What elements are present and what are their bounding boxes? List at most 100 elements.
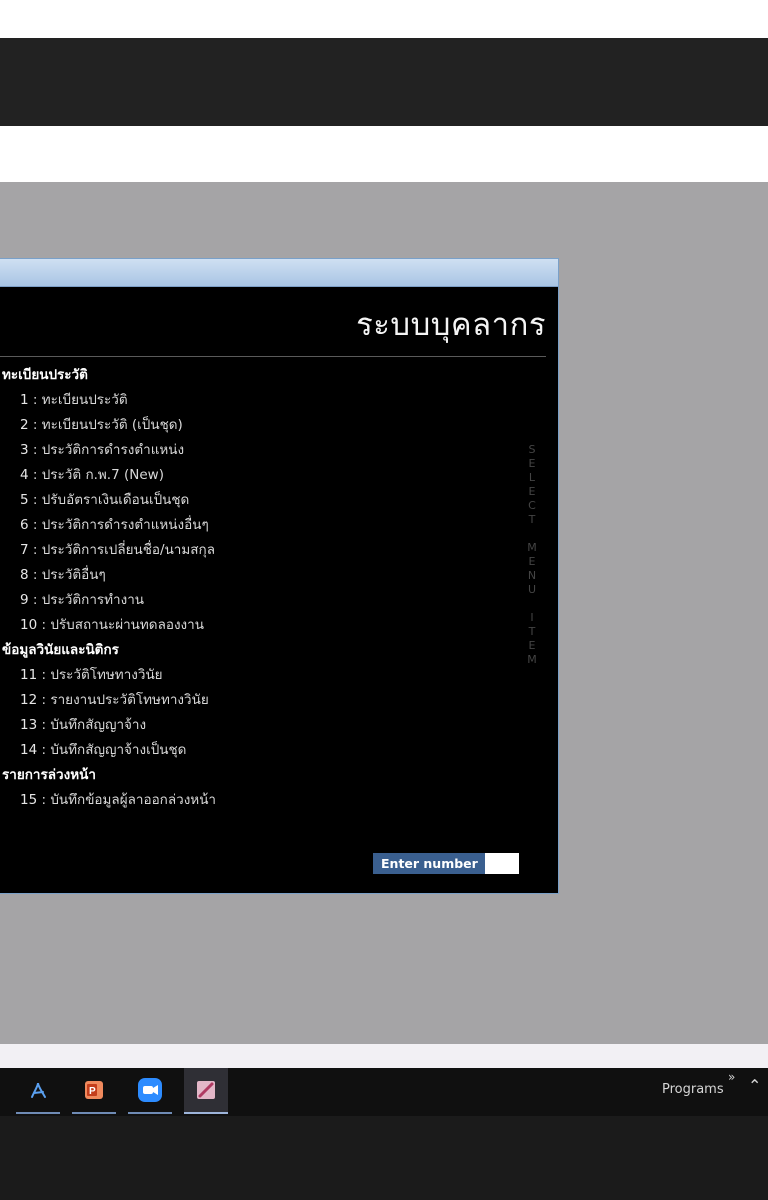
workspace-status-strip	[0, 1044, 768, 1068]
caption-letter: N	[527, 569, 537, 582]
below-taskbar-area	[0, 1116, 768, 1200]
tray-expand-icon[interactable]: ⌃	[748, 1076, 761, 1095]
menu-item-number: 7	[20, 542, 29, 558]
menu-item-separator: :	[37, 742, 51, 758]
menu-item-label: ทะเบียนประวัติ	[41, 392, 128, 408]
menu-item-10[interactable]: 10 : ปรับสถานะผ่านทดลองงาน	[0, 613, 520, 638]
menu-item-3[interactable]: 3 : ประวัติการดำรงตำแหน่ง	[0, 438, 520, 463]
caption-letter: M	[527, 653, 537, 666]
caption-letter: E	[528, 639, 536, 652]
caption-letter: E	[528, 457, 536, 470]
caption-letter: I	[530, 611, 534, 624]
menu-item-1[interactable]: 1 : ทะเบียนประวัติ	[0, 388, 520, 413]
caption-letter: S	[528, 443, 536, 456]
taskbar-powerpoint[interactable]: P	[72, 1068, 116, 1114]
menu-item-separator: :	[28, 542, 42, 558]
menu-item-7[interactable]: 7 : ประวัติการเปลี่ยนชื่อ/นามสกุล	[0, 538, 520, 563]
select-menu-item-caption: SELECTMENUITEM	[522, 443, 542, 667]
menu-item-4[interactable]: 4 : ประวัติ ก.พ.7 (New)	[0, 463, 520, 488]
menu-item-separator: :	[28, 442, 42, 458]
menu-item-label: ปรับสถานะผ่านทดลองงาน	[50, 617, 204, 633]
taskbar: P	[0, 1068, 768, 1116]
menu-item-number: 12	[20, 692, 38, 708]
menu-section-header: ทะเบียนประวัติ	[2, 367, 88, 383]
menu-item-number: 3	[20, 442, 29, 458]
menu-item-label: ปรับอัตราเงินเดือนเป็นชุด	[41, 492, 190, 508]
menu-item-12[interactable]: 12 : รายงานประวัติโทษทางวินัย	[0, 688, 520, 713]
menu-item-number: 15	[20, 792, 38, 808]
menu-item-separator: :	[37, 617, 51, 633]
menu-item-number: 10	[20, 617, 38, 633]
menu-item-label: ประวัติการดำรงตำแหน่งอื่นๆ	[41, 517, 209, 533]
menu-item-number: 8	[20, 567, 29, 583]
caption-letter: U	[527, 583, 537, 596]
menu-item-number: 1	[20, 392, 29, 408]
menu-section-header: รายการล่วงหน้า	[2, 767, 96, 783]
menu-item-label: ประวัติโทษทางวินัย	[50, 667, 163, 683]
enter-number-box: Enter number	[373, 853, 519, 874]
caption-letter: T	[528, 625, 536, 638]
title-divider	[0, 356, 546, 357]
menu-item-separator: :	[28, 517, 42, 533]
menu-item-separator: :	[37, 692, 51, 708]
drawing-app-icon	[197, 1081, 215, 1099]
menu-item-6[interactable]: 6 : ประวัติการดำรงตำแหน่งอื่นๆ	[0, 513, 520, 538]
taskbar-drawing-app[interactable]	[184, 1068, 228, 1114]
app-toolbar-strip	[0, 126, 768, 183]
caption-letter: E	[528, 555, 536, 568]
pdf-reader-icon	[31, 1082, 46, 1098]
menu-item-14[interactable]: 14 : บันทึกสัญญาจ้างเป็นชุด	[0, 738, 520, 763]
window-header-bar	[0, 38, 768, 126]
menu-item-number: 14	[20, 742, 38, 758]
enter-number-label: Enter number	[373, 853, 485, 874]
menu-item-label: รายงานประวัติโทษทางวินัย	[50, 692, 209, 708]
menu-item-separator: :	[28, 417, 42, 433]
menu-item-separator: :	[37, 667, 51, 683]
menu-item-separator: :	[28, 592, 42, 608]
menu-item-number: 13	[20, 717, 38, 733]
svg-text:P: P	[89, 1086, 96, 1097]
powerpoint-icon: P	[85, 1081, 103, 1099]
caption-letter: C	[528, 499, 536, 512]
chevron-right-icon[interactable]: »	[728, 1070, 735, 1084]
menu-item-9[interactable]: 9 : ประวัติการทำงาน	[0, 588, 520, 613]
programs-label[interactable]: Programs	[662, 1082, 724, 1097]
menu-item-13[interactable]: 13 : บันทึกสัญญาจ้าง	[0, 713, 520, 738]
menu-item-number: 5	[20, 492, 29, 508]
menu-item-number: 9	[20, 592, 29, 608]
menu-item-15[interactable]: 15 : บันทึกข้อมูลผู้ลาออกล่วงหน้า	[0, 788, 520, 813]
menu-item-11[interactable]: 11 : ประวัติโทษทางวินัย	[0, 663, 520, 688]
menu-item-label: ประวัติการเปลี่ยนชื่อ/นามสกุล	[41, 542, 215, 558]
taskbar-zoom[interactable]	[128, 1068, 172, 1114]
menu-item-8[interactable]: 8 : ประวัติอื่นๆ	[0, 563, 520, 588]
menu-item-label: บันทึกข้อมูลผู้ลาออกล่วงหน้า	[50, 792, 217, 808]
enter-number-input[interactable]	[484, 853, 519, 874]
menu-section-header: ข้อมูลวินัยและนิติกร	[2, 642, 119, 658]
zoom-icon	[138, 1078, 162, 1102]
menu-item-label: ประวัติ ก.พ.7 (New)	[41, 467, 164, 483]
taskbar-pdf-reader[interactable]	[16, 1068, 60, 1114]
caption-letter: M	[527, 541, 537, 554]
menu-list: ทะเบียนประวัติ 1 : ทะเบียนประวัติ 2 : ทะเบ…	[0, 363, 520, 813]
menu-item-separator: :	[28, 492, 42, 508]
menu-item-label: ประวัติอื่นๆ	[41, 567, 106, 583]
menu-item-number: 6	[20, 517, 29, 533]
menu-item-number: 2	[20, 417, 29, 433]
dialog-titlebar[interactable]	[0, 259, 558, 287]
menu-item-label: ทะเบียนประวัติ (เป็นชุด)	[41, 417, 183, 433]
screen-top-edge	[0, 0, 768, 38]
menu-item-separator: :	[28, 467, 42, 483]
menu-item-number: 11	[20, 667, 38, 683]
menu-dialog: ระบบบุคลากร ทะเบียนประวัติ 1 : ทะเบียนประ…	[0, 258, 559, 894]
caption-letter: L	[528, 471, 536, 484]
caption-letter: E	[528, 485, 536, 498]
menu-item-label: ประวัติการทำงาน	[41, 592, 145, 608]
menu-item-label: ประวัติการดำรงตำแหน่ง	[41, 442, 185, 458]
menu-item-2[interactable]: 2 : ทะเบียนประวัติ (เป็นชุด)	[0, 413, 520, 438]
menu-item-number: 4	[20, 467, 29, 483]
menu-item-separator: :	[37, 792, 51, 808]
menu-item-5[interactable]: 5 : ปรับอัตราเงินเดือนเป็นชุด	[0, 488, 520, 513]
menu-item-separator: :	[28, 567, 42, 583]
menu-item-separator: :	[28, 392, 42, 408]
menu-item-label: บันทึกสัญญาจ้าง	[50, 717, 147, 733]
